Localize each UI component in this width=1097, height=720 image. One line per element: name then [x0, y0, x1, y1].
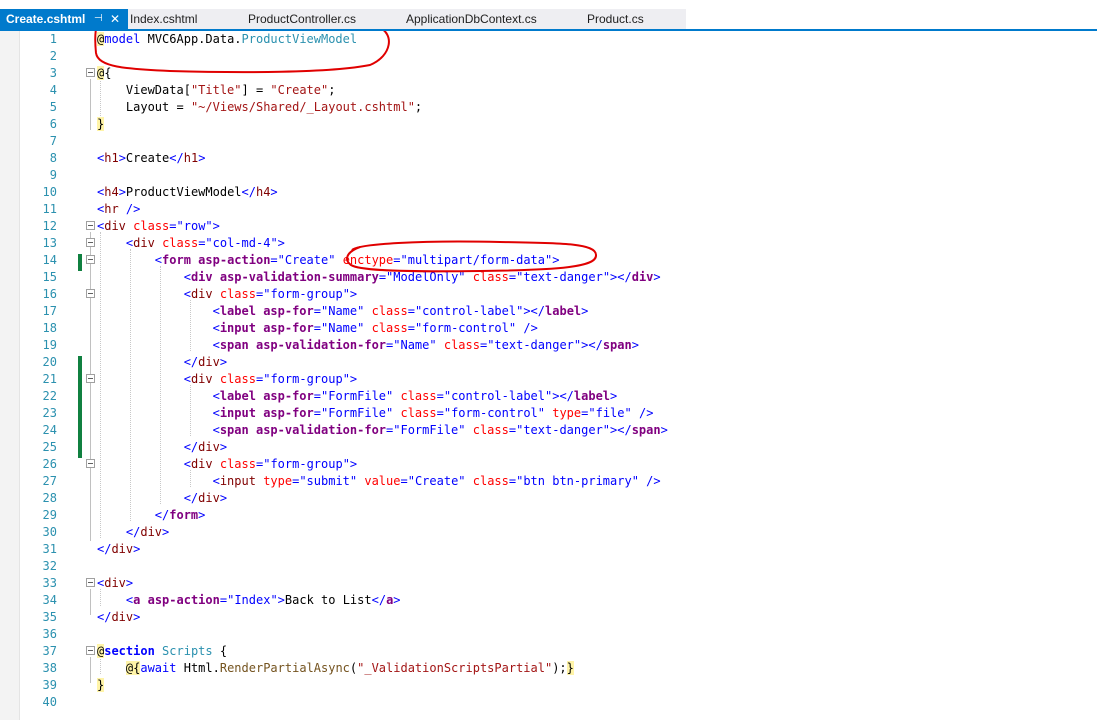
tab-index-cshtml[interactable]: Index.cshtml	[130, 9, 197, 30]
tab-product-cs[interactable]: Product.cs	[587, 9, 644, 30]
tab-label: ProductController.cs	[248, 12, 357, 26]
tab-label: ApplicationDbContext.cs	[406, 12, 537, 26]
tab-label: Product.cs	[587, 12, 644, 26]
tab-applicationdbcontext-cs[interactable]: ApplicationDbContext.cs	[406, 9, 537, 30]
red-circle-annotation	[94, 31, 390, 74]
annotation-layer	[94, 31, 597, 273]
tab-label: Create.cshtml	[6, 12, 86, 26]
tab-create-cshtml[interactable]: Create.cshtml ⊣ ✕	[0, 9, 128, 31]
tab-productcontroller-cs[interactable]: ProductController.cs	[248, 9, 356, 30]
tab-label: Index.cshtml	[130, 12, 198, 26]
red-circle-annotation	[346, 240, 597, 273]
close-icon[interactable]: ✕	[110, 9, 120, 29]
code-editor[interactable]: 1 2 3 4 5 6 7 8 9 10 11 12 13 14 15 16 17 18 19 20 21 22 23 24 2…	[0, 31, 1097, 720]
pin-icon[interactable]: ⊣	[94, 9, 103, 29]
document-tab-bar: Create.cshtml ⊣ ✕ Index.cshtml ProductCo…	[0, 0, 1097, 31]
